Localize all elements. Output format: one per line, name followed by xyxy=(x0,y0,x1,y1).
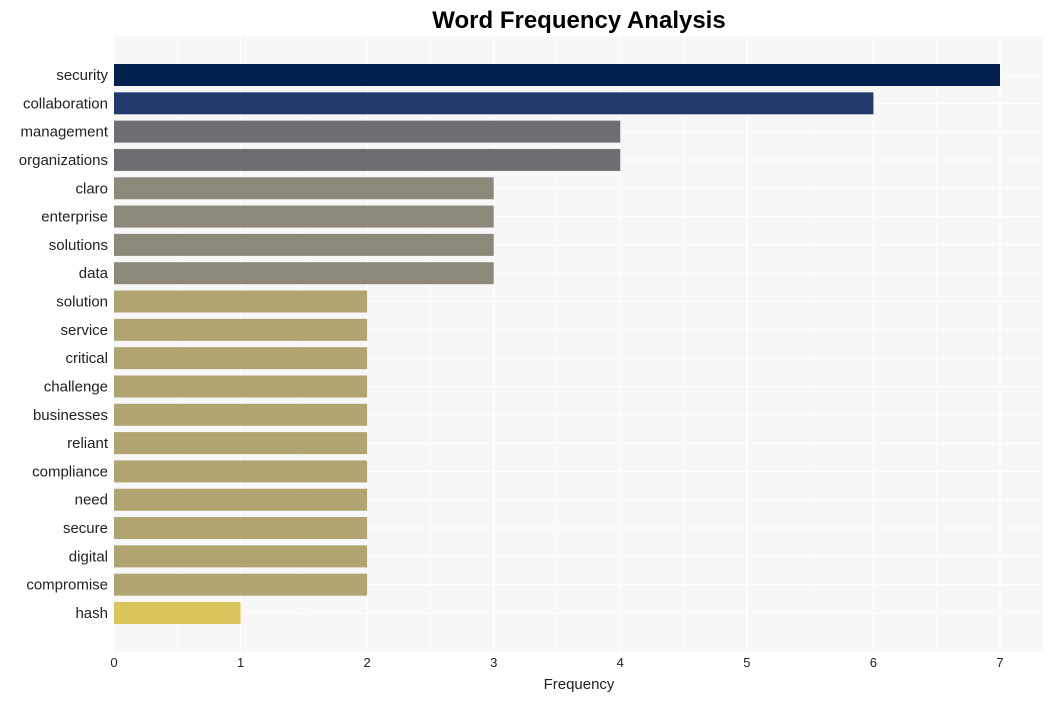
y-tick-label: management xyxy=(20,124,108,141)
y-tick-label: secure xyxy=(63,520,108,537)
y-tick-label: organizations xyxy=(19,152,108,169)
y-tick-label: hash xyxy=(75,605,108,622)
bar-compliance xyxy=(114,460,368,483)
x-tick-label: 0 xyxy=(110,655,117,670)
y-tick-label: data xyxy=(79,265,109,282)
bar-management xyxy=(114,120,621,143)
bar-critical xyxy=(114,347,368,370)
bar-organizations xyxy=(114,148,621,171)
bar-enterprise xyxy=(114,205,494,228)
bar-security xyxy=(114,64,1000,86)
y-tick-label: enterprise xyxy=(41,209,108,226)
bar-claro xyxy=(114,177,494,200)
y-tick-label: solution xyxy=(56,294,108,311)
bar-need xyxy=(114,488,368,511)
chart-title: Word Frequency Analysis xyxy=(432,7,725,34)
word-frequency-chart: Word Frequency Analysis security collabor… xyxy=(19,7,1043,693)
bar-challenge xyxy=(114,375,368,398)
bar-businesses xyxy=(114,403,368,426)
bar-solutions xyxy=(114,233,494,256)
bar-digital xyxy=(114,545,368,568)
y-tick-label: compliance xyxy=(32,463,108,480)
y-tick-label: need xyxy=(75,492,108,509)
x-tick-label: 4 xyxy=(617,655,624,670)
y-tick-label: solutions xyxy=(49,237,108,254)
x-tick-label: 2 xyxy=(364,655,371,670)
bar-compromise xyxy=(114,573,368,596)
x-tick-label: 7 xyxy=(996,655,1003,670)
y-tick-label: reliant xyxy=(67,435,109,452)
x-tick-label: 5 xyxy=(743,655,750,670)
x-tick-label: 6 xyxy=(870,655,877,670)
bar-reliant xyxy=(114,432,368,455)
y-tick-label: challenge xyxy=(44,378,108,395)
bar-solution xyxy=(114,290,368,313)
y-tick-label: claro xyxy=(75,180,108,197)
y-axis-labels: security collaboration management organizat… xyxy=(19,67,109,622)
y-tick-label: digital xyxy=(69,548,108,565)
y-tick-label: security xyxy=(56,67,108,84)
x-axis-ticks: 0 1 2 3 4 5 6 7 xyxy=(110,655,1003,670)
y-tick-label: businesses xyxy=(33,407,108,424)
bar-secure xyxy=(114,517,368,540)
x-tick-label: 3 xyxy=(490,655,497,670)
bar-collaboration xyxy=(114,92,874,115)
bar-hash xyxy=(114,602,241,624)
y-tick-label: critical xyxy=(65,350,108,367)
y-tick-label: service xyxy=(60,322,108,339)
x-tick-label: 1 xyxy=(237,655,244,670)
bar-service xyxy=(114,318,368,341)
y-tick-label: compromise xyxy=(26,577,108,594)
bar-data xyxy=(114,262,494,285)
y-tick-label: collaboration xyxy=(23,95,108,112)
x-axis-label: Frequency xyxy=(544,676,615,693)
